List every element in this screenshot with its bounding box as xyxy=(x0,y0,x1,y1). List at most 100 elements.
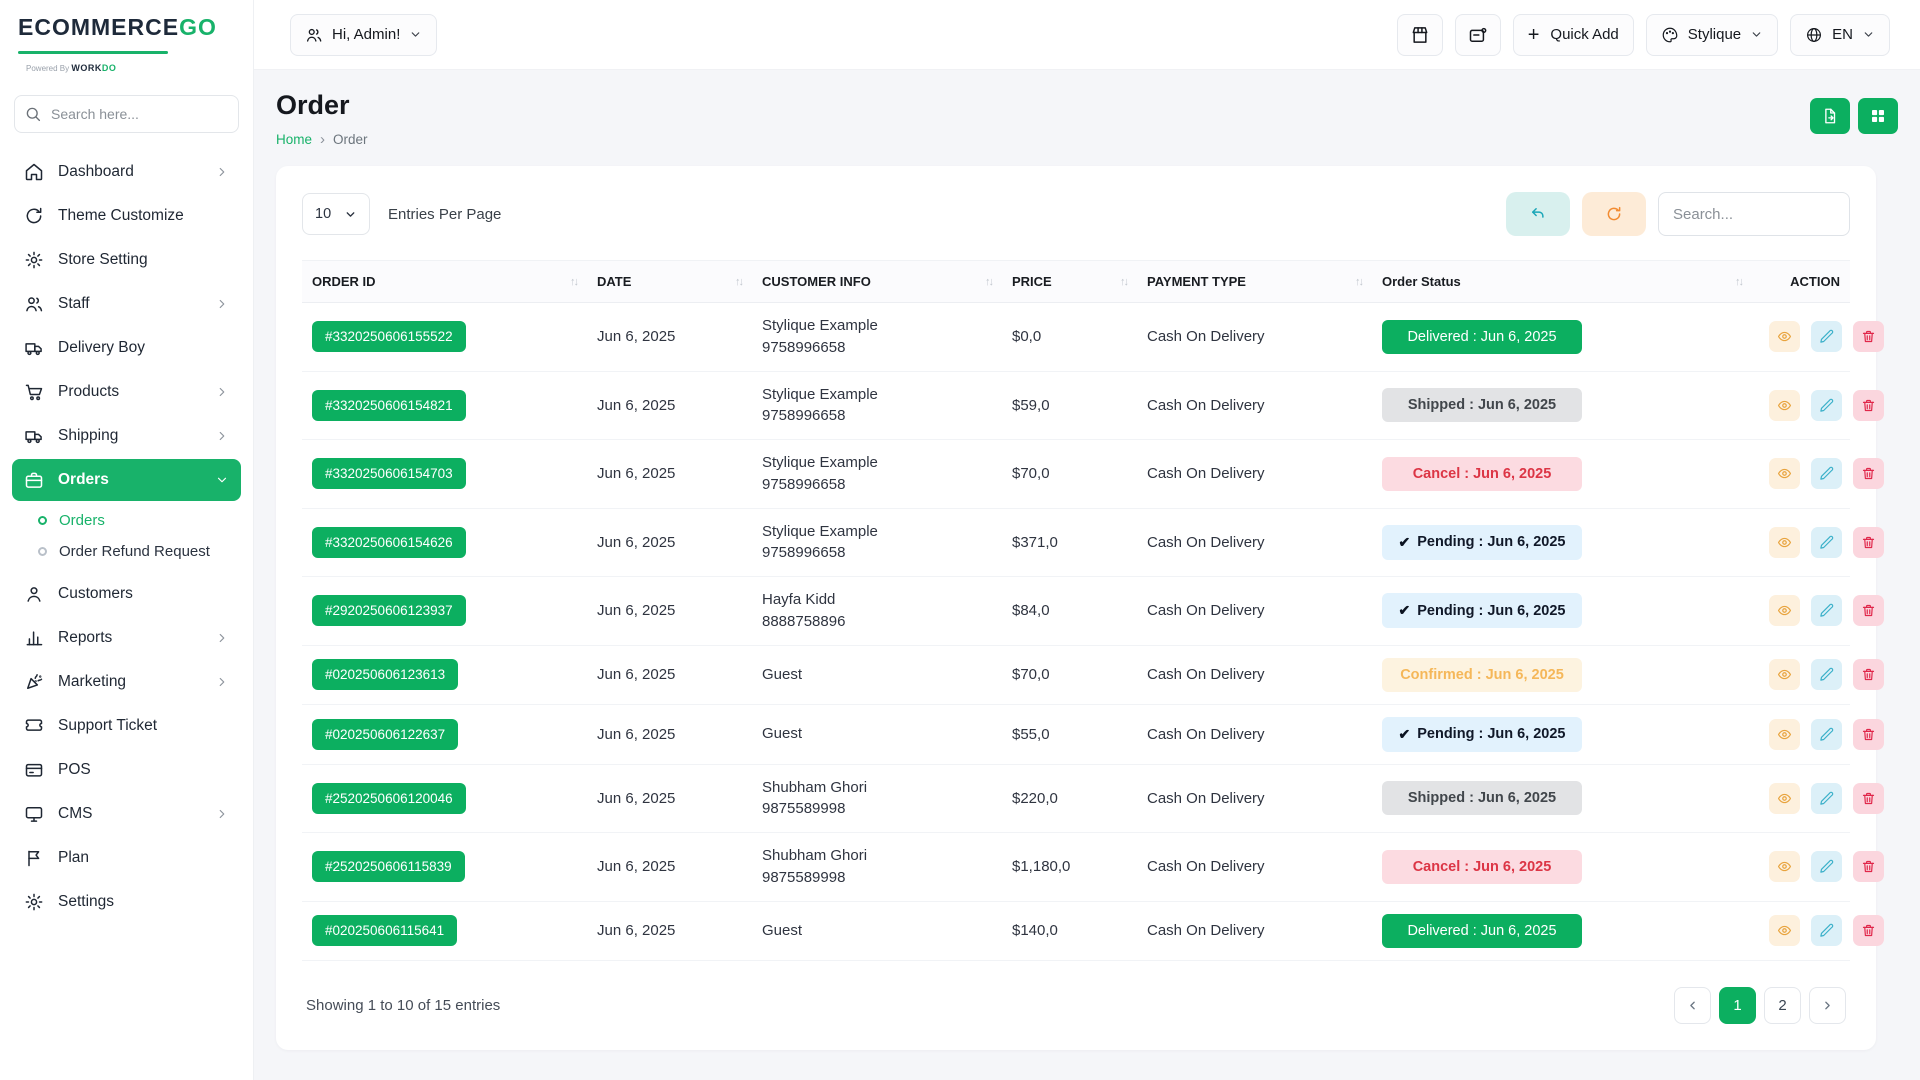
edit-order-button[interactable] xyxy=(1811,783,1842,814)
submenu-item-orders[interactable]: Orders xyxy=(26,505,241,536)
delete-order-button[interactable] xyxy=(1853,527,1884,558)
payment-type: Cash On Delivery xyxy=(1137,645,1372,704)
edit-order-button[interactable] xyxy=(1811,458,1842,489)
order-id-badge[interactable]: #020250606115641 xyxy=(312,915,457,946)
pagination-next-button[interactable] xyxy=(1809,987,1846,1024)
view-order-button[interactable] xyxy=(1769,390,1800,421)
payment-type: Cash On Delivery xyxy=(1137,764,1372,833)
order-status-badge[interactable]: Cancel : Jun 6, 2025 xyxy=(1382,850,1582,884)
edit-order-button[interactable] xyxy=(1811,719,1842,750)
email-templates-button[interactable] xyxy=(1455,14,1501,56)
order-id-badge[interactable]: #3320250606154626 xyxy=(312,527,466,558)
view-order-button[interactable] xyxy=(1769,527,1800,558)
delete-order-button[interactable] xyxy=(1853,659,1884,690)
theme-selector-button[interactable]: Stylique xyxy=(1646,14,1778,56)
sidebar-search-input[interactable] xyxy=(14,95,239,133)
sidebar-item-staff[interactable]: Staff xyxy=(12,283,241,325)
breadcrumb-home-link[interactable]: Home xyxy=(276,132,312,147)
export-button[interactable] xyxy=(1810,98,1850,134)
delete-order-button[interactable] xyxy=(1853,915,1884,946)
column-header-order-status[interactable]: Order Status↑↓ xyxy=(1372,261,1752,303)
submenu-item-order-refund-request[interactable]: Order Refund Request xyxy=(26,536,241,567)
column-header-order-id[interactable]: ORDER ID↑↓ xyxy=(302,261,587,303)
edit-order-button[interactable] xyxy=(1811,659,1842,690)
delete-order-button[interactable] xyxy=(1853,390,1884,421)
pagination-page-2-button[interactable]: 2 xyxy=(1764,987,1801,1024)
pagination-prev-button[interactable] xyxy=(1674,987,1711,1024)
order-id-badge[interactable]: #2520250606120046 xyxy=(312,783,466,814)
order-id-badge[interactable]: #3320250606155522 xyxy=(312,321,466,352)
order-id-badge[interactable]: #020250606123613 xyxy=(312,659,458,690)
edit-order-button[interactable] xyxy=(1811,527,1842,558)
sidebar-item-settings[interactable]: Settings xyxy=(12,881,241,923)
sidebar-item-delivery-boy[interactable]: Delivery Boy xyxy=(12,327,241,369)
order-id-badge[interactable]: #2920250606123937 xyxy=(312,595,466,626)
edit-order-button[interactable] xyxy=(1811,390,1842,421)
view-order-button[interactable] xyxy=(1769,458,1800,489)
order-id-badge[interactable]: #3320250606154821 xyxy=(312,390,466,421)
sidebar-item-dashboard[interactable]: Dashboard xyxy=(12,151,241,193)
entries-per-page-select[interactable]: 10 xyxy=(302,193,370,235)
trash-icon xyxy=(1861,727,1876,742)
view-order-button[interactable] xyxy=(1769,321,1800,352)
sidebar-item-products[interactable]: Products xyxy=(12,371,241,413)
order-status-badge[interactable]: Cancel : Jun 6, 2025 xyxy=(1382,457,1582,491)
delete-order-button[interactable] xyxy=(1853,321,1884,352)
entries-summary: Showing 1 to 10 of 15 entries xyxy=(306,997,500,1014)
order-status-badge[interactable]: Delivered : Jun 6, 2025 xyxy=(1382,320,1582,354)
sidebar-item-plan[interactable]: Plan xyxy=(12,837,241,879)
delete-order-button[interactable] xyxy=(1853,783,1884,814)
sidebar-item-store-setting[interactable]: Store Setting xyxy=(12,239,241,281)
sidebar-item-reports[interactable]: Reports xyxy=(12,617,241,659)
sidebar-item-shipping[interactable]: Shipping xyxy=(12,415,241,457)
order-status-badge[interactable]: Confirmed : Jun 6, 2025 xyxy=(1382,658,1582,692)
order-id-badge[interactable]: #2520250606115839 xyxy=(312,851,465,882)
delete-order-button[interactable] xyxy=(1853,458,1884,489)
brand-logo[interactable]: ECOMMERCEGO Powered By WORKDO xyxy=(0,0,253,83)
storefront-button[interactable] xyxy=(1397,14,1443,56)
view-order-button[interactable] xyxy=(1769,851,1800,882)
admin-menu-button[interactable]: Hi, Admin! xyxy=(290,14,437,56)
edit-order-button[interactable] xyxy=(1811,915,1842,946)
delete-order-button[interactable] xyxy=(1853,719,1884,750)
view-order-button[interactable] xyxy=(1769,659,1800,690)
order-id-badge[interactable]: #020250606122637 xyxy=(312,719,458,750)
table-search-input[interactable] xyxy=(1658,192,1850,236)
edit-order-button[interactable] xyxy=(1811,595,1842,626)
quick-add-button[interactable]: + Quick Add xyxy=(1513,14,1634,56)
undo-button[interactable] xyxy=(1506,192,1570,236)
edit-order-button[interactable] xyxy=(1811,321,1842,352)
sidebar-item-customers[interactable]: Customers xyxy=(12,573,241,615)
order-status-badge[interactable]: Shipped : Jun 6, 2025 xyxy=(1382,388,1582,422)
column-header-customer-info[interactable]: CUSTOMER INFO↑↓ xyxy=(752,261,1002,303)
sidebar-item-support-ticket[interactable]: Support Ticket xyxy=(12,705,241,747)
view-order-button[interactable] xyxy=(1769,719,1800,750)
view-order-button[interactable] xyxy=(1769,783,1800,814)
sidebar-item-pos[interactable]: POS xyxy=(12,749,241,791)
view-order-button[interactable] xyxy=(1769,595,1800,626)
grid-view-button[interactable] xyxy=(1858,98,1898,134)
chevron-down-icon xyxy=(344,208,357,221)
order-status-badge[interactable]: Delivered : Jun 6, 2025 xyxy=(1382,914,1582,948)
sidebar-item-label: Delivery Boy xyxy=(58,339,229,357)
delete-order-button[interactable] xyxy=(1853,851,1884,882)
order-id-badge[interactable]: #3320250606154703 xyxy=(312,458,466,489)
sidebar-item-orders[interactable]: Orders xyxy=(12,459,241,501)
order-status-badge[interactable]: ✔ Pending : Jun 6, 2025 xyxy=(1382,525,1582,560)
order-status-badge[interactable]: ✔ Pending : Jun 6, 2025 xyxy=(1382,717,1582,752)
view-order-button[interactable] xyxy=(1769,915,1800,946)
delete-order-button[interactable] xyxy=(1853,595,1884,626)
sidebar-item-cms[interactable]: CMS xyxy=(12,793,241,835)
column-header-price[interactable]: PRICE↑↓ xyxy=(1002,261,1137,303)
order-status-badge[interactable]: ✔ Pending : Jun 6, 2025 xyxy=(1382,593,1582,628)
order-status-badge[interactable]: Shipped : Jun 6, 2025 xyxy=(1382,781,1582,815)
edit-order-button[interactable] xyxy=(1811,851,1842,882)
sidebar-item-marketing[interactable]: Marketing xyxy=(12,661,241,703)
column-header-payment-type[interactable]: PAYMENT TYPE↑↓ xyxy=(1137,261,1372,303)
refresh-button[interactable] xyxy=(1582,192,1646,236)
order-price: $70,0 xyxy=(1002,440,1137,509)
pagination-page-1-button[interactable]: 1 xyxy=(1719,987,1756,1024)
sidebar-item-theme-customize[interactable]: Theme Customize xyxy=(12,195,241,237)
language-selector-button[interactable]: EN xyxy=(1790,14,1890,56)
column-header-date[interactable]: DATE↑↓ xyxy=(587,261,752,303)
